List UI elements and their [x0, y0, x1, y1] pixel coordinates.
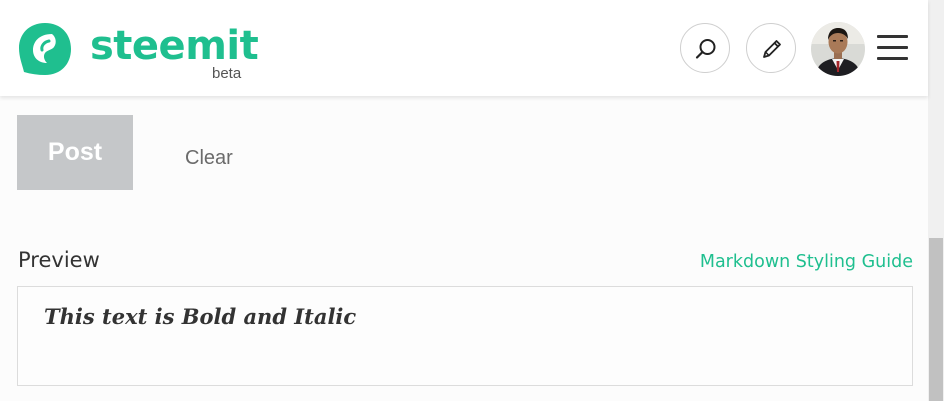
preview-content: This text is Bold and Italic [44, 304, 357, 329]
clear-button[interactable]: Clear [185, 146, 233, 170]
post-button[interactable]: Post [17, 115, 133, 190]
preview-box: This text is Bold and Italic [17, 286, 913, 386]
markdown-guide-link[interactable]: Markdown Styling Guide [700, 251, 913, 273]
search-button[interactable] [680, 23, 730, 73]
site-header: steemit beta [0, 0, 928, 96]
menu-bar [877, 35, 908, 38]
steemit-logo-icon[interactable] [16, 20, 74, 78]
search-icon [695, 39, 716, 59]
menu-bar [877, 57, 908, 60]
user-avatar[interactable] [811, 22, 865, 76]
new-post-button[interactable] [746, 23, 796, 73]
scrollbar-thumb[interactable] [929, 238, 943, 401]
brand-beta-tag: beta [212, 65, 242, 82]
hamburger-menu-icon[interactable] [877, 33, 908, 63]
menu-bar [877, 46, 908, 49]
pencil-icon [763, 40, 781, 58]
brand-name[interactable]: steemit [90, 22, 259, 70]
preview-heading: Preview [18, 248, 100, 272]
